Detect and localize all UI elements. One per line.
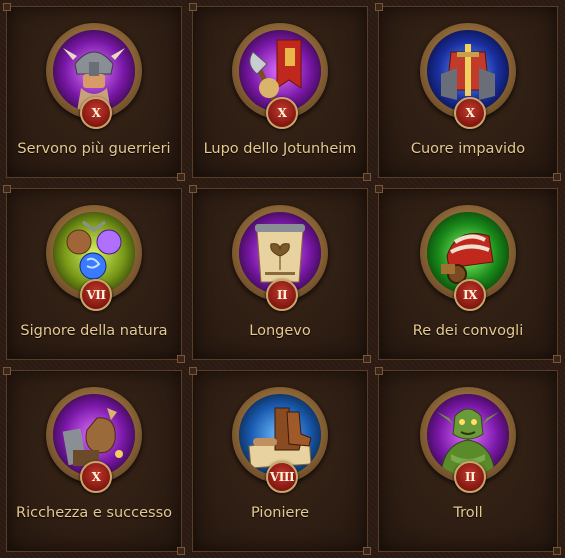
perk-medal: IX bbox=[420, 205, 516, 311]
perk-name: Longevo bbox=[249, 322, 311, 339]
perks-grid: X Servono più guerrieri X Lupo dello Jot… bbox=[0, 0, 565, 558]
perk-tile-lupo-dello-jotunheim[interactable]: X Lupo dello Jotunheim bbox=[189, 3, 371, 181]
perk-tile-pioniere[interactable]: VIII Pioniere bbox=[189, 367, 371, 555]
perk-medal: X bbox=[232, 23, 328, 129]
level-badge: X bbox=[80, 97, 112, 129]
perk-tile-signore-della-natura[interactable]: VII Signore della natura bbox=[3, 185, 185, 363]
perk-medal: VIII bbox=[232, 387, 328, 493]
perk-tile-troll[interactable]: II Troll bbox=[375, 367, 561, 555]
perk-medal: X bbox=[420, 23, 516, 129]
perk-tile-re-dei-convogli[interactable]: IX Re dei convogli bbox=[375, 185, 561, 363]
perk-name: Re dei convogli bbox=[412, 322, 524, 339]
perk-name: Troll bbox=[453, 504, 483, 521]
level-badge: II bbox=[454, 461, 486, 493]
perk-tile-longevo[interactable]: II Longevo bbox=[189, 185, 371, 363]
perk-name: Lupo dello Jotunheim bbox=[203, 140, 357, 157]
perk-name: Signore della natura bbox=[20, 322, 168, 339]
level-badge: X bbox=[266, 97, 298, 129]
level-badge: X bbox=[454, 97, 486, 129]
level-badge: IX bbox=[454, 279, 486, 311]
perk-medal: II bbox=[232, 205, 328, 311]
perk-name: Cuore impavido bbox=[410, 140, 526, 157]
level-badge: VIII bbox=[266, 461, 298, 493]
perk-name: Pioniere bbox=[250, 504, 310, 521]
perk-name: Ricchezza e successo bbox=[16, 504, 172, 521]
perk-medal: II bbox=[420, 387, 516, 493]
perk-tile-ricchezza-e-successo[interactable]: X Ricchezza e successo bbox=[3, 367, 185, 555]
perk-medal: VII bbox=[46, 205, 142, 311]
level-badge: X bbox=[80, 461, 112, 493]
perk-name: Servono più guerrieri bbox=[17, 140, 171, 157]
perk-tile-cuore-impavido[interactable]: X Cuore impavido bbox=[375, 3, 561, 181]
perk-tile-servono-piu-guerrieri[interactable]: X Servono più guerrieri bbox=[3, 3, 185, 181]
level-badge: VII bbox=[80, 279, 112, 311]
level-badge: II bbox=[266, 279, 298, 311]
perk-medal: X bbox=[46, 387, 142, 493]
perk-medal: X bbox=[46, 23, 142, 129]
